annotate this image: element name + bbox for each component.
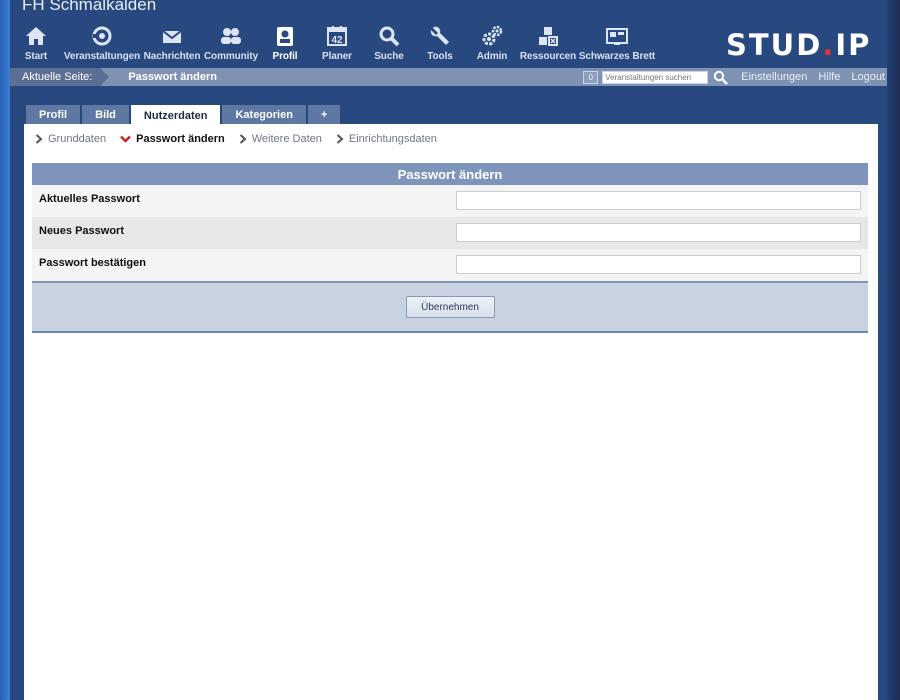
- community-icon: [219, 24, 243, 48]
- mail-icon: [160, 24, 184, 48]
- home-icon: [24, 24, 48, 48]
- course-search-input[interactable]: [602, 70, 709, 84]
- tab-bild[interactable]: Bild: [82, 105, 129, 125]
- content-panel: Grunddaten Passwort ändern Weitere Daten…: [24, 124, 878, 700]
- form-row-current-password: Aktuelles Passwort: [32, 185, 868, 217]
- breadcrumb-bar: Aktuelle Seite: Passwort ändern 0 Einste…: [10, 68, 887, 86]
- calendar-icon: 42: [325, 24, 349, 48]
- studip-logo[interactable]: STUD.IP: [726, 28, 871, 62]
- top-utilities: 0 Einstellungen Hilfe Logout: [583, 68, 887, 86]
- tab-profil[interactable]: Profil: [26, 105, 81, 125]
- form-row-confirm-password: Passwort bestätigen: [32, 249, 868, 281]
- board-icon: [605, 24, 629, 48]
- search-icon: [377, 24, 401, 48]
- nav-admin[interactable]: Admin: [466, 24, 518, 64]
- tab-nutzerdaten[interactable]: Nutzerdaten: [130, 105, 221, 126]
- subnav-passwort-aendern[interactable]: Passwort ändern: [120, 133, 225, 145]
- tab-add[interactable]: +: [307, 105, 341, 125]
- nav-tools[interactable]: Tools: [414, 24, 466, 64]
- confirm-password-field[interactable]: [456, 255, 861, 274]
- profile-icon: [273, 24, 297, 48]
- nav-profil[interactable]: Profil: [260, 24, 310, 64]
- field-label: Passwort bestätigen: [39, 257, 146, 269]
- gears-icon: [480, 24, 504, 48]
- chevron-right-icon: [35, 134, 43, 144]
- subnav-einrichtungsdaten[interactable]: Einrichtungsdaten: [336, 133, 437, 145]
- nav-start[interactable]: Start: [10, 24, 62, 64]
- desktop-left-edge: [0, 0, 10, 700]
- sub-navigation: Grunddaten Passwort ändern Weitere Daten…: [35, 131, 451, 147]
- new-password-field[interactable]: [456, 223, 861, 242]
- nav-suche[interactable]: Suche: [364, 24, 414, 64]
- nav-ressourcen[interactable]: Ressourcen: [518, 24, 578, 64]
- nav-nachrichten[interactable]: Nachrichten: [142, 24, 202, 64]
- nav-community[interactable]: Community: [202, 24, 260, 64]
- form-footer: Übernehmen: [32, 281, 868, 331]
- subnav-grunddaten[interactable]: Grunddaten: [35, 133, 106, 145]
- wrench-icon: [428, 24, 452, 48]
- form-title: Passwort ändern: [32, 163, 868, 185]
- course-count-badge: 0: [583, 70, 599, 84]
- breadcrumb-current-page: Passwort ändern: [128, 71, 217, 83]
- link-logout[interactable]: Logout: [851, 71, 885, 83]
- nav-planer[interactable]: 42 Planer: [310, 24, 364, 64]
- field-label: Aktuelles Passwort: [39, 193, 140, 205]
- subnav-weitere-daten[interactable]: Weitere Daten: [239, 133, 322, 145]
- submit-button[interactable]: Übernehmen: [405, 296, 495, 318]
- nav-veranstaltungen[interactable]: Veranstaltungen: [62, 24, 142, 64]
- link-einstellungen[interactable]: Einstellungen: [741, 71, 807, 83]
- tab-kategorien[interactable]: Kategorien: [222, 105, 306, 125]
- app-window: FH Schmalkalden Start Veranstaltungen Na…: [10, 0, 887, 700]
- chevron-right-icon: [239, 134, 247, 144]
- nav-schwarzes-brett[interactable]: Schwarzes Brett: [578, 24, 656, 64]
- chevron-right-icon: [336, 134, 344, 144]
- password-form: Passwort ändern Aktuelles Passwort Neues…: [32, 163, 868, 333]
- search-submit-icon[interactable]: [711, 69, 729, 85]
- current-password-field[interactable]: [456, 191, 861, 210]
- calendar-day-number: 42: [331, 35, 343, 46]
- courses-icon: [90, 24, 114, 48]
- site-title: FH Schmalkalden: [22, 0, 157, 14]
- profile-tabs: Profil Bild Nutzerdaten Kategorien +: [26, 105, 342, 126]
- link-hilfe[interactable]: Hilfe: [818, 71, 840, 83]
- form-row-new-password: Neues Passwort: [32, 217, 868, 249]
- field-label: Neues Passwort: [39, 225, 124, 237]
- main-nav: Start Veranstaltungen Nachrichten Commun…: [10, 24, 656, 64]
- resources-icon: [536, 24, 560, 48]
- breadcrumb-label: Aktuelle Seite:: [10, 68, 110, 86]
- window-right-edge: [887, 0, 900, 700]
- chevron-down-icon: [120, 135, 131, 143]
